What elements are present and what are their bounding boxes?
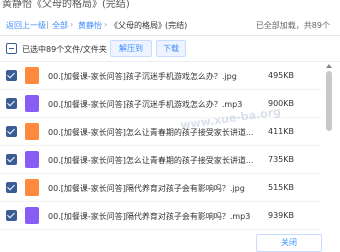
image-file-icon [25,179,39,196]
file-size: 495KB [267,71,294,80]
scroll-up-arrow-icon[interactable] [326,64,332,68]
file-name: 00.[加餐课-家长问答]怎么让青春期的孩子接受家长讲道... [48,128,254,137]
file-size: 939KB [267,211,294,220]
image-file-icon [25,123,39,140]
row-checkbox[interactable] [6,98,17,109]
list-item[interactable]: 00.[加餐课-家长问答]孩子沉迷手机游戏怎么办？.jpg 495KB [0,62,322,90]
scroll-thumb[interactable] [326,71,332,131]
close-button[interactable]: 关闭 [256,234,322,252]
audio-file-icon [25,207,39,224]
row-checkbox[interactable] [6,126,17,137]
select-all-checkbox[interactable] [6,43,17,54]
breadcrumb: 返回上一级 | 全部 › 黄静怡 › 《父母的格局》 (完结) 已全部加载，共8… [0,14,340,36]
file-name: 00.[加餐课-家长问答]隔代养育对孩子会有影响吗？.mp3 [48,212,251,221]
file-size: 735KB [267,155,294,164]
row-checkbox[interactable] [6,210,17,221]
breadcrumb-separator: | [46,20,49,29]
breadcrumb-all-link[interactable]: 全部 [52,20,68,31]
toolbar: 已选中89个文件/文件夹 解压到 下载 [0,36,340,62]
window-title: 黄静怡《父母的格局》(完结) [2,0,130,10]
list-item[interactable]: 00.[加餐课-家长问答]隔代养育对孩子会有影响吗？.mp3 939KB [0,202,322,230]
image-file-icon [25,67,39,84]
unzip-button[interactable]: 解压到 [110,40,152,57]
list-item[interactable]: 00.[加餐课-家长问答]怎么让青春期的孩子接受家长讲道... 411KB [0,118,322,146]
breadcrumb-current-folder: 《父母的格局》 [110,21,166,30]
breadcrumb-separator: › [104,20,108,29]
file-size: 515KB [267,183,294,192]
row-checkbox[interactable] [6,182,17,193]
file-name: 00.[加餐课-家长问答]孩子沉迷手机游戏怎么办？.jpg [48,72,237,81]
window-title-strip: 黄静怡《父母的格局》(完结) [0,0,340,14]
breadcrumb-owner-link[interactable]: 黄静怡 [78,20,102,31]
file-name: 00.[加餐课-家长问答]隔代养育对孩子会有影响吗？.jpg [48,184,245,193]
breadcrumb-status: (完结) [165,21,188,30]
list-item[interactable]: 00.[加餐课-家长问答]隔代养育对孩子会有影响吗？.jpg 515KB [0,174,322,202]
file-list: 00.[加餐课-家长问答]孩子沉迷手机游戏怎么办？.jpg 495KB 00.[… [0,62,340,230]
loaded-count: 已全部加载，共89个 [255,21,330,30]
file-size: 411KB [267,127,294,136]
list-item[interactable]: 00.[加餐课-家长问答]怎么让青春期的孩子接受家长讲道... 735KB [0,146,322,174]
file-name: 00.[加餐课-家长问答]怎么让青春期的孩子接受家长讲道... [48,156,254,165]
file-name: 00.[加餐课-家长问答]孩子沉迷手机游戏怎么办？.mp3 [48,100,243,109]
audio-file-icon [25,95,39,112]
footer: 关闭 [0,232,340,252]
download-button[interactable]: 下载 [156,40,186,57]
breadcrumb-separator: › [70,20,74,29]
selected-count: 已选中89个文件/文件夹 [22,45,107,54]
scrollbar[interactable] [325,62,333,230]
row-checkbox[interactable] [6,70,17,81]
audio-file-icon [25,151,39,168]
row-checkbox[interactable] [6,154,17,165]
breadcrumb-back-link[interactable]: 返回上一级 [6,20,46,31]
